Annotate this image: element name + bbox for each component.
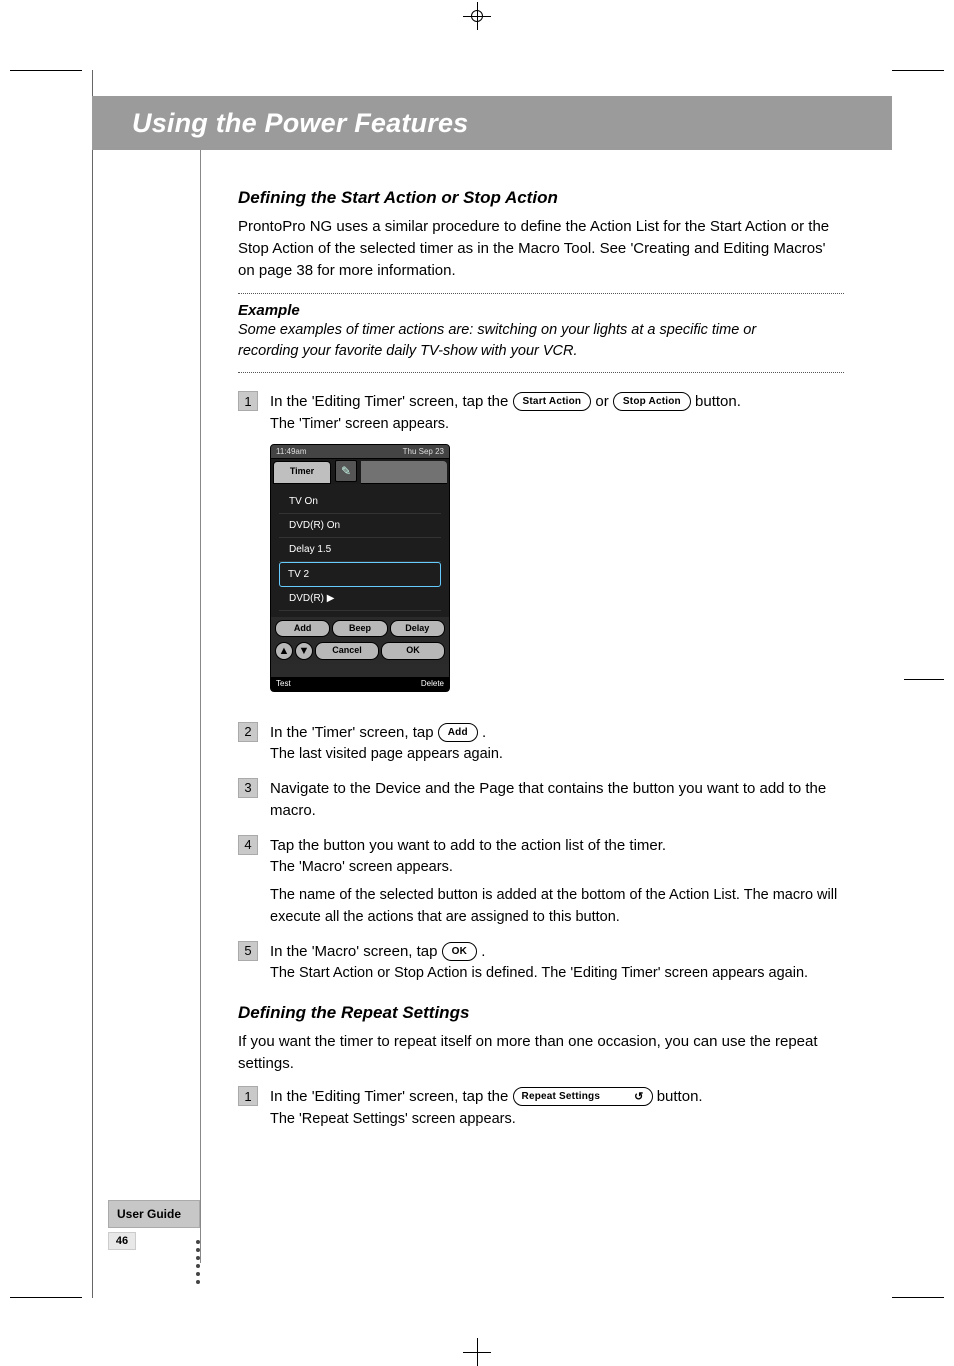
step-text: In the 'Macro' screen, tap — [270, 943, 442, 960]
step-text: In the 'Editing Timer' screen, tap the — [270, 1088, 513, 1105]
device-time: 11:49am — [276, 446, 307, 457]
user-guide-tag: User Guide — [108, 1200, 200, 1228]
timer-tab[interactable]: Timer — [273, 461, 331, 484]
step-text: . — [482, 724, 486, 741]
step-text: In the 'Editing Timer' screen, tap the — [270, 393, 513, 410]
add-button[interactable]: Add — [438, 723, 478, 742]
stop-action-button[interactable]: Stop Action — [613, 392, 691, 411]
section-heading: Defining the Start Action or Stop Action — [238, 188, 844, 208]
section-heading: Defining the Repeat Settings — [238, 1003, 844, 1023]
arrow-up-icon[interactable]: ▲ — [275, 642, 293, 660]
repeat-settings-label: Repeat Settings — [522, 1091, 601, 1102]
step: 1 In the 'Editing Timer' screen, tap the… — [238, 1086, 844, 1130]
ok-button[interactable]: OK — [442, 942, 477, 961]
arrow-down-icon[interactable]: ▼ — [295, 642, 313, 660]
step-result: The last visited page appears again. — [270, 744, 503, 766]
list-item[interactable]: TV 2 — [279, 562, 441, 587]
repeat-settings-button[interactable]: Repeat Settings ↺ — [513, 1087, 653, 1106]
step-number: 2 — [238, 722, 258, 742]
step-text: button. — [695, 393, 741, 410]
timer-screen-mock: 11:49am Thu Sep 23 Timer ✎ TV On DVD(R) … — [270, 444, 450, 692]
chapter-title-bar: Using the Power Features — [92, 96, 892, 150]
device-beep-button[interactable]: Beep — [332, 620, 387, 638]
page-number: 46 — [108, 1232, 136, 1250]
list-item[interactable]: Delay 1.5 — [279, 538, 441, 562]
step-text: Tap the button you want to add to the ac… — [270, 835, 844, 858]
chapter-title: Using the Power Features — [132, 108, 468, 139]
repeat-icon: ↺ — [634, 1089, 643, 1106]
device-footer-left[interactable]: Test — [276, 678, 291, 690]
device-date: Thu Sep 23 — [403, 446, 444, 457]
example-label: Example — [238, 302, 316, 319]
step: 2 In the 'Timer' screen, tap Add . The l… — [238, 722, 844, 766]
step-text: or — [595, 393, 613, 410]
step-result: The 'Repeat Settings' screen appears. — [270, 1109, 703, 1131]
step-result: The 'Macro' screen appears. — [270, 857, 844, 879]
step-text: Navigate to the Device and the Page that… — [270, 780, 826, 820]
section-intro: If you want the timer to repeat itself o… — [238, 1031, 844, 1075]
step: 1 In the 'Editing Timer' screen, tap the… — [238, 391, 844, 709]
step-result: The 'Timer' screen appears. — [270, 414, 741, 436]
step-result: The Start Action or Stop Action is defin… — [270, 963, 808, 985]
list-item[interactable]: DVD(R) ▶ — [279, 587, 441, 611]
step-number: 3 — [238, 778, 258, 798]
example-text: Some examples of timer actions are: swit… — [238, 320, 762, 362]
section-intro: ProntoPro NG uses a similar procedure to… — [238, 216, 844, 281]
tool-icon[interactable]: ✎ — [335, 460, 357, 482]
device-cancel-button[interactable]: Cancel — [315, 642, 379, 660]
step-text: button. — [657, 1088, 703, 1105]
step-extra: The name of the selected button is added… — [270, 885, 844, 929]
step-text: . — [481, 943, 485, 960]
step: 5 In the 'Macro' screen, tap OK . The St… — [238, 941, 844, 985]
list-item[interactable]: DVD(R) On — [279, 514, 441, 538]
example-callout: Example Some examples of timer actions a… — [238, 293, 844, 373]
list-item[interactable]: TV On — [279, 490, 441, 514]
device-ok-button[interactable]: OK — [381, 642, 445, 660]
device-footer-right[interactable]: Delete — [421, 678, 444, 690]
step-number: 4 — [238, 835, 258, 855]
device-delay-button[interactable]: Delay — [390, 620, 445, 638]
decorative-dots — [196, 1240, 200, 1284]
step-number: 1 — [238, 1086, 258, 1106]
step: 3 Navigate to the Device and the Page th… — [238, 778, 844, 823]
step: 4 Tap the button you want to add to the … — [238, 835, 844, 929]
step-text: In the 'Timer' screen, tap — [270, 724, 438, 741]
step-number: 5 — [238, 941, 258, 961]
start-action-button[interactable]: Start Action — [513, 392, 592, 411]
device-add-button[interactable]: Add — [275, 620, 330, 638]
step-number: 1 — [238, 391, 258, 411]
